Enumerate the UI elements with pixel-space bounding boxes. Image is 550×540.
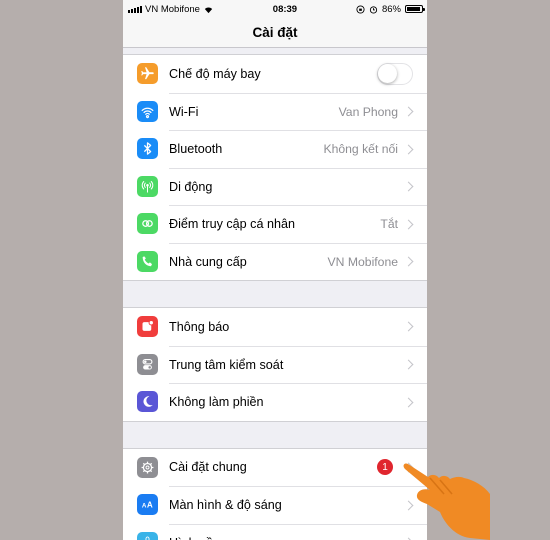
settings-row-che-do-may-bay[interactable]: Chế độ máy bay (123, 55, 427, 93)
chevron-right-icon (403, 359, 414, 370)
settings-row-cai-dat-chung[interactable]: Cài đặt chung 1 (123, 449, 427, 487)
row-value: VN Mobifone (327, 254, 398, 269)
row-label: Trung tâm kiểm soát (169, 357, 284, 372)
wifi-status-icon (204, 6, 213, 13)
display-icon: AA (137, 494, 158, 516)
row-label: Màn hình & độ sáng (169, 498, 282, 513)
alarm-icon (369, 5, 378, 14)
chevron-right-icon (403, 256, 414, 267)
chevron-right-icon (403, 321, 414, 332)
chevron-right-icon (403, 219, 414, 230)
settings-row-trung-tam-kiem-soat[interactable]: Trung tâm kiểm soát (123, 345, 427, 384)
row-value: Không kết nối (323, 142, 398, 157)
settings-group: Cài đặt chung 1 AA Màn hình & độ sáng Hình n… (123, 447, 427, 540)
row-label: Nhà cung cấp (169, 254, 247, 269)
settings-row-bluetooth[interactable]: Bluetooth Không kết nối (123, 130, 427, 168)
settings-row-khong-lam-phien[interactable]: Không làm phiền (123, 383, 427, 421)
bluetooth-icon (137, 138, 158, 160)
toggle-knob (378, 63, 397, 83)
battery-icon (405, 5, 425, 13)
row-value: Tắt (380, 217, 398, 232)
wallpaper-icon (137, 531, 158, 540)
page-title: Cài đặt (123, 18, 427, 48)
carrier-name: VN Mobifone (145, 3, 200, 15)
status-bar: VN Mobifone 08:39 86% (123, 0, 427, 18)
row-label: Hình nền (169, 536, 405, 540)
row-label: Thông báo (169, 319, 230, 334)
chevron-right-icon (403, 181, 414, 192)
chevron-right-icon (403, 144, 414, 155)
moon-icon (137, 391, 158, 413)
settings-screen: VN Mobifone 08:39 86% Cài đặt Chế độ máy… (123, 0, 427, 540)
chevron-right-icon (403, 106, 414, 117)
row-label: Điểm truy cập cá nhân (169, 217, 295, 232)
signal-icon (128, 5, 142, 13)
phone-icon (137, 250, 158, 272)
battery-percent: 86% (381, 3, 401, 15)
settings-group: Chế độ máy bay Wi-Fi Van Phong Bluetooth Khô… (123, 54, 427, 281)
update-badge: 1 (377, 459, 393, 476)
notifications-icon (137, 316, 158, 338)
settings-row-man-hinh-do-sang[interactable]: A A Màn hình & độ sáng (123, 486, 427, 524)
row-label: Di động (169, 179, 213, 194)
settings-group: Thông báo Trung tâm kiểm soát Không làm ph… (123, 307, 427, 422)
cellular-icon (137, 175, 158, 197)
wifi-icon (137, 100, 158, 122)
chevron-right-icon (403, 397, 414, 408)
settings-row-hinh-nen[interactable]: Hình nền (123, 523, 427, 540)
row-label: Wi-Fi (169, 104, 199, 119)
row-value: Van Phong (338, 104, 398, 119)
hotspot-icon (137, 213, 158, 235)
pointing-hand-icon (403, 463, 490, 540)
control-center-icon (137, 353, 158, 375)
settings-row-nha-cung-cap[interactable]: Nhà cung cấp VN Mobifone (123, 242, 427, 281)
airplane-mode-toggle[interactable] (377, 62, 413, 85)
settings-row-wi-fi[interactable]: Wi-Fi Van Phong (123, 92, 427, 131)
row-label: Cài đặt chung (169, 460, 247, 475)
row-label: Bluetooth (169, 142, 223, 157)
row-label: Không làm phiền (169, 395, 264, 410)
settings-row-thong-bao[interactable]: Thông báo (123, 308, 427, 346)
row-label: Chế độ máy bay (169, 66, 261, 81)
settings-row-di-dong[interactable]: Di động (123, 167, 427, 206)
rotation-lock-icon (356, 4, 365, 14)
svg-text:A: A (142, 503, 147, 510)
airplane-icon (137, 63, 158, 85)
gear-icon (137, 456, 158, 478)
settings-row-diem-truy-cap-ca-nhan[interactable]: Điểm truy cập cá nhân Tắt (123, 205, 427, 243)
svg-text:A: A (147, 501, 153, 510)
clock: 08:39 (272, 3, 298, 15)
